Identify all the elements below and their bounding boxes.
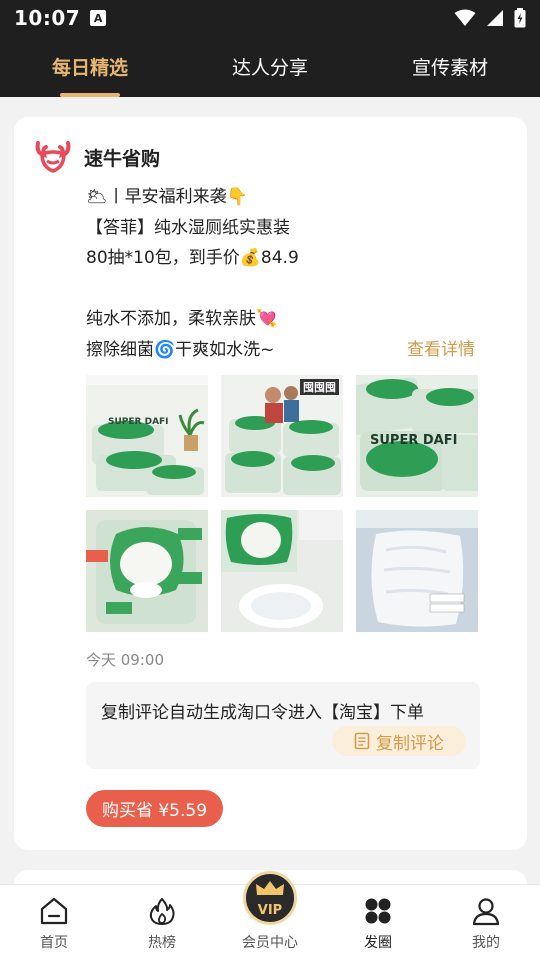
bull-logo-icon <box>35 141 71 173</box>
wifi-icon <box>454 9 476 26</box>
person-icon <box>472 898 500 926</box>
image-caption: SUPER DAFI <box>108 417 169 427</box>
home-icon <box>40 897 68 925</box>
copy-comment-button[interactable]: 复制评论 <box>332 726 466 756</box>
nav-mine[interactable]: 我的 <box>432 885 540 960</box>
vip-crown-icon: VIP <box>243 871 297 925</box>
post-line-1: 🌥丨早安福利来袭👇 <box>86 187 248 207</box>
nav-home-label: 首页 <box>40 935 68 951</box>
nav-vip-center-label: 会员中心 <box>242 935 298 951</box>
post-line-5: 纯水不添加，柔软亲肤💘 <box>86 309 278 329</box>
nav-hot-list[interactable]: 热榜 <box>108 885 216 960</box>
nav-vip-center[interactable]: VIP 会员中心 <box>216 871 324 960</box>
tab-daily-picks[interactable]: 每日精选 <box>0 36 180 97</box>
nav-home[interactable]: 首页 <box>0 885 108 960</box>
copy-hint-text: 复制评论自动生成淘口令进入【淘宝】下单 <box>101 703 424 723</box>
post-time: 今天 09:00 <box>86 651 164 669</box>
battery-icon <box>514 8 526 28</box>
nav-moments[interactable]: 发圈 <box>324 885 432 960</box>
image-caption: 囤囤囤 <box>300 379 339 395</box>
product-image[interactable] <box>86 510 208 632</box>
status-bar: 10:07 A <box>0 0 540 36</box>
post-card: 速牛省购 🌥丨早安福利来袭👇 【答菲】纯水湿厕纸实惠装 80抽*10包，到手价💰… <box>14 117 527 850</box>
vip-badge-text: VIP <box>257 902 283 918</box>
a-notification-icon: A <box>90 10 107 26</box>
flame-icon <box>149 898 175 925</box>
document-copy-icon <box>354 732 370 750</box>
product-image[interactable]: SUPER DAFI <box>356 375 478 497</box>
nav-mine-label: 我的 <box>472 935 500 951</box>
view-details-link[interactable]: 查看详情 <box>407 335 475 360</box>
top-tab-bar: 每日精选 达人分享 宣传素材 <box>0 36 540 97</box>
shop-name: 速牛省购 <box>84 148 161 170</box>
buy-save-button[interactable]: 购买省 ¥5.59 <box>86 790 223 827</box>
circles-icon <box>365 898 391 924</box>
signal-icon <box>487 10 503 26</box>
bottom-navigation: 首页 热榜 VIP 会员中心 发圈 我的 <box>0 871 540 960</box>
product-image[interactable] <box>221 510 343 632</box>
tab-influencer-share[interactable]: 达人分享 <box>180 36 360 97</box>
nav-moments-label: 发圈 <box>364 935 392 951</box>
product-image[interactable]: 囤囤囤 <box>221 375 343 497</box>
copy-comment-box: 复制评论自动生成淘口令进入【淘宝】下单 复制评论 <box>86 682 480 769</box>
product-image[interactable] <box>356 510 478 632</box>
tab-promo-materials[interactable]: 宣传素材 <box>360 36 540 97</box>
image-caption: SUPER DAFI <box>370 433 458 448</box>
post-line-3: 80抽*10包，到手价💰84.9 <box>86 248 299 268</box>
nav-hot-list-label: 热榜 <box>148 935 176 951</box>
status-time: 10:07 <box>14 6 81 30</box>
copy-comment-label: 复制评论 <box>376 733 444 754</box>
post-line-blank <box>86 274 486 305</box>
product-image[interactable]: SUPER DAFI <box>86 375 208 497</box>
product-image-grid: SUPER DAFI 囤囤囤 SUPER DAFI <box>86 375 479 632</box>
post-line-2: 【答菲】纯水湿厕纸实惠装 <box>86 217 290 238</box>
